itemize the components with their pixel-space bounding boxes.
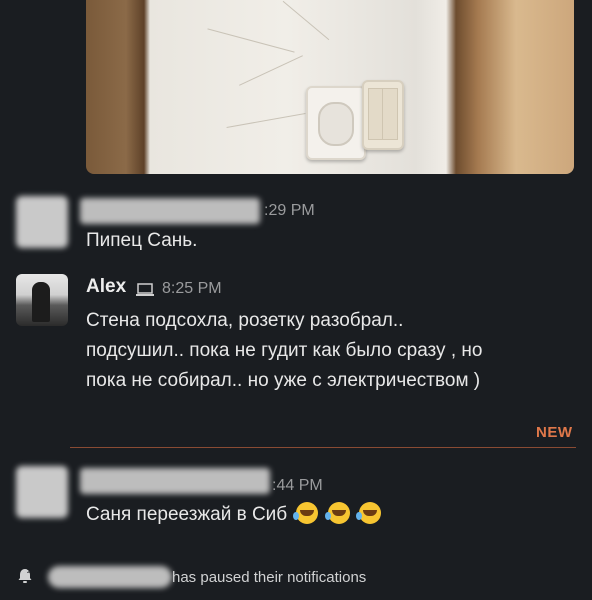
message-text: Пипец Сань.	[86, 230, 198, 251]
rolling-laughing-emoji-icon	[356, 502, 382, 524]
user-name-redacted	[48, 566, 172, 588]
image-attachment[interactable]	[86, 0, 574, 174]
bell-snooze-icon: z	[18, 568, 32, 583]
light-switch	[362, 80, 404, 150]
notification-status-text: has paused their notifications	[172, 569, 367, 586]
message-line: пока не собирал.. но уже с электричество…	[86, 370, 481, 391]
rolling-laughing-emoji-icon	[293, 502, 319, 524]
laptop-icon	[136, 283, 154, 296]
rolling-laughing-emoji-icon	[324, 502, 350, 524]
avatar[interactable]	[16, 274, 68, 326]
avatar-redacted[interactable]	[16, 466, 68, 518]
avatar-redacted[interactable]	[16, 196, 68, 248]
author-name-redacted[interactable]	[80, 198, 260, 224]
message-timestamp[interactable]: :29 PM	[264, 202, 315, 220]
message-timestamp[interactable]: 8:25 PM	[162, 280, 222, 298]
svg-text:z: z	[27, 568, 30, 575]
message-line: Стена подсохла, розетку разобрал..	[86, 310, 404, 331]
author-name-redacted[interactable]	[80, 468, 270, 494]
power-socket	[306, 86, 366, 160]
message-timestamp[interactable]: :44 PM	[272, 477, 323, 495]
author-name[interactable]: Alex	[86, 276, 126, 298]
message-text-content: Саня переезжай в Сиб	[86, 504, 288, 525]
new-messages-label: NEW	[536, 424, 573, 441]
message-text: Саня переезжай в Сиб	[86, 500, 382, 530]
message-line: подсушил.. пока не гудит как было сразу …	[86, 340, 483, 361]
new-messages-divider	[70, 447, 576, 448]
